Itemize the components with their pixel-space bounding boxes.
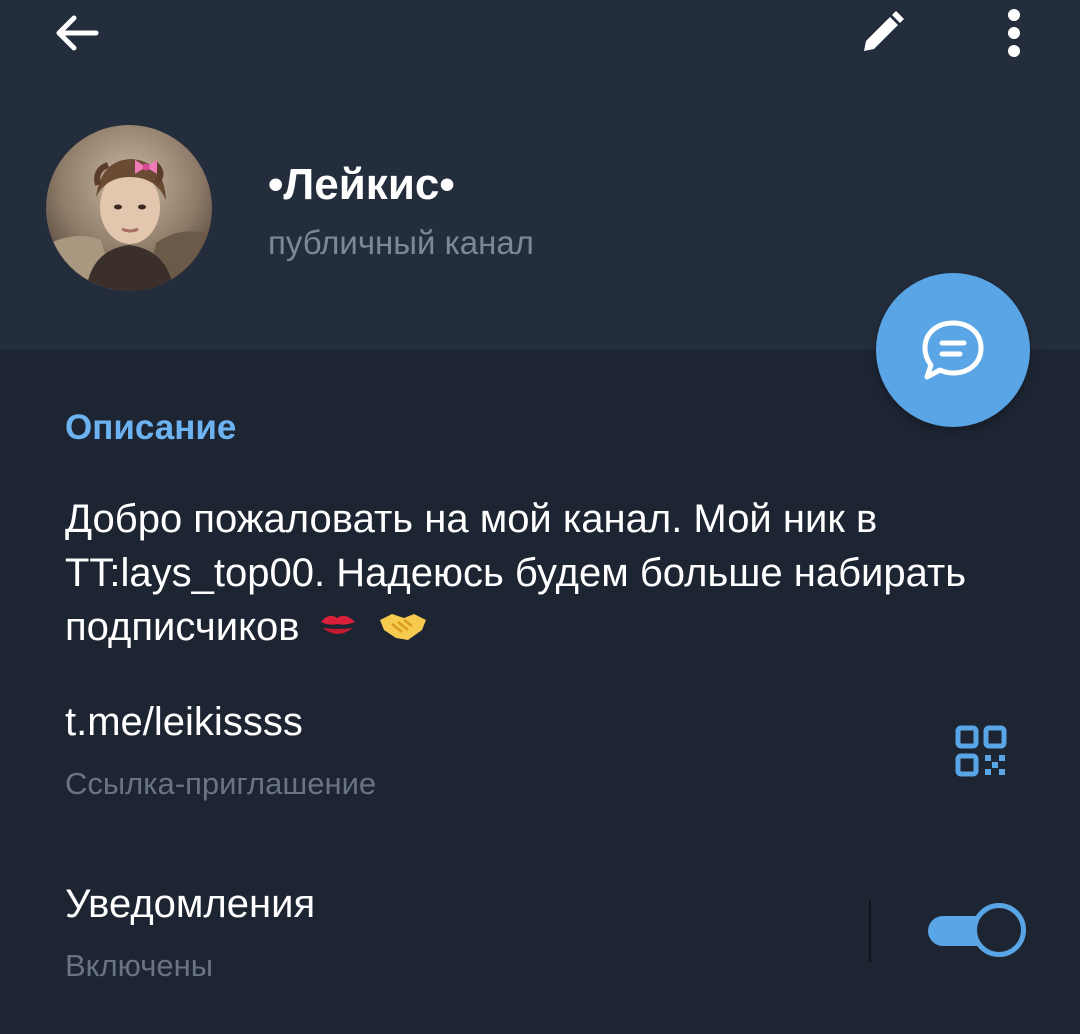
notifications-toggle[interactable] — [928, 903, 1026, 959]
channel-type-label: публичный канал — [268, 224, 534, 261]
info-panel — [0, 350, 1080, 1034]
qr-code-button[interactable] — [952, 722, 1012, 782]
more-options-button[interactable] — [982, 0, 1046, 66]
description-text: Добро пожаловать на мой канал. Мой ник в… — [65, 497, 967, 649]
invite-link[interactable]: t.me/leikissss — [65, 700, 303, 745]
open-chat-button[interactable] — [876, 273, 1030, 427]
toggle-thumb — [972, 903, 1026, 957]
description-block: Добро пожаловать на мой канал. Мой ник в… — [65, 492, 1025, 656]
description-heading: Описание — [65, 408, 237, 447]
kiss-mark-emoji — [317, 602, 361, 656]
notifications-label[interactable]: Уведомления — [65, 882, 315, 927]
qr-code-icon — [955, 725, 1007, 777]
invite-link-label: Ссылка-приглашение — [65, 766, 377, 801]
edit-button[interactable] — [846, 0, 918, 66]
notifications-status: Включены — [65, 948, 214, 983]
arrow-left-icon — [56, 15, 99, 51]
notifications-divider — [869, 900, 871, 962]
pencil-icon — [864, 11, 904, 51]
more-vertical-icon — [1008, 9, 1020, 57]
handshake-emoji — [378, 602, 428, 656]
channel-title: •Лейкис• — [268, 160, 455, 209]
chat-bubble-icon — [922, 320, 984, 380]
back-button[interactable] — [40, 0, 112, 66]
channel-avatar[interactable] — [46, 125, 212, 291]
